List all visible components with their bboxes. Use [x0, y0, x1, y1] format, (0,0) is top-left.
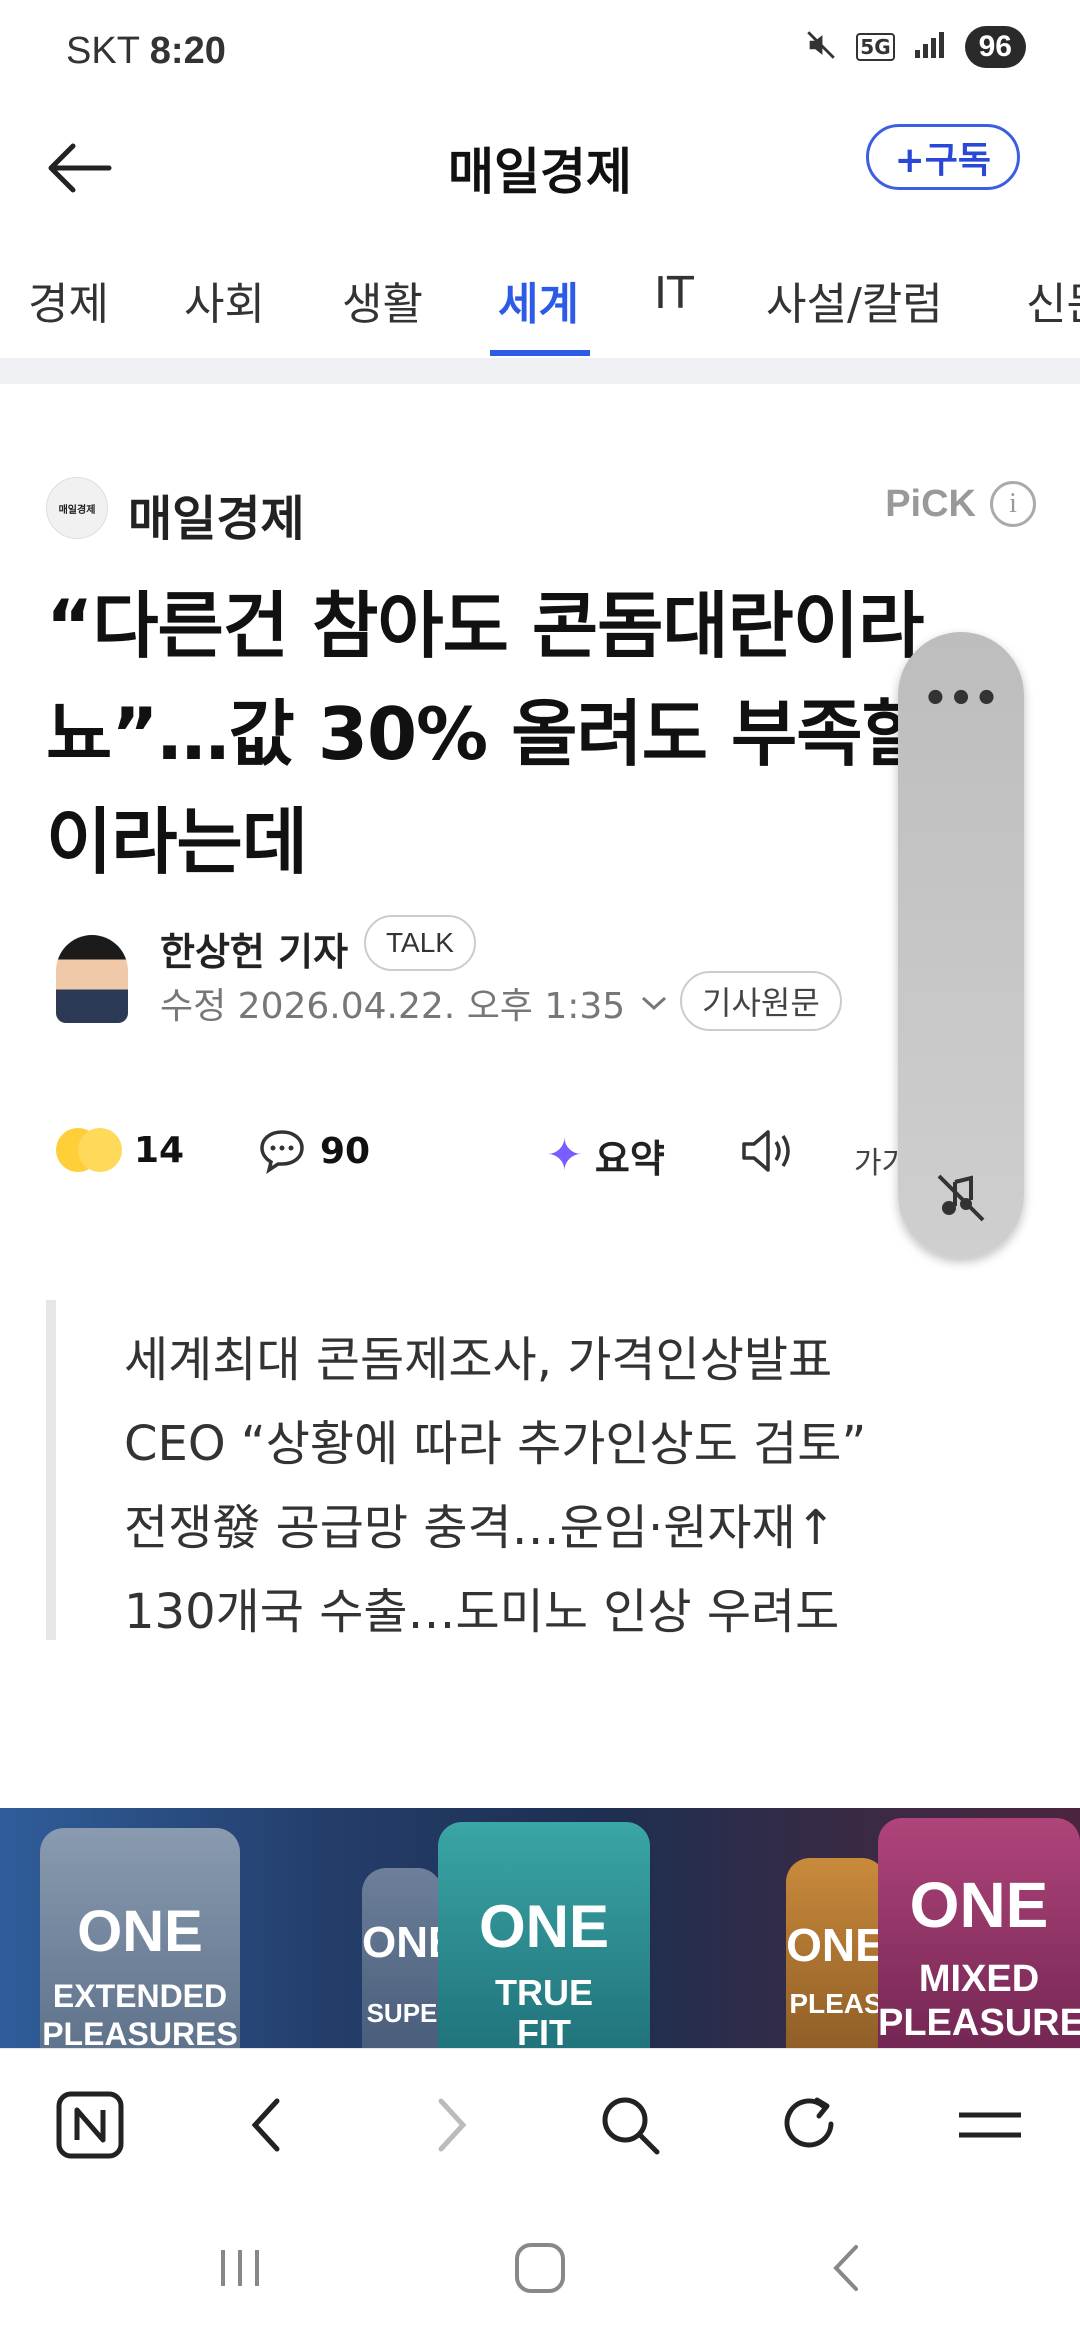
active-tab-indicator	[490, 350, 590, 356]
reaction-button[interactable]: 14	[56, 1128, 184, 1172]
recent-apps-button[interactable]	[200, 2238, 280, 2298]
system-navigation-bar	[0, 2192, 1080, 2340]
search-icon	[602, 2097, 660, 2155]
can-brand-label: ONE	[77, 1899, 203, 1964]
press-row: 매일경제 매일경제 PiCK i	[46, 475, 1036, 547]
original-article-button[interactable]: 기사원문	[680, 971, 842, 1031]
article-hero-image[interactable]: ONE EXTENDED PLEASURES ONE SUPE ONE TRUE…	[0, 1808, 1080, 2048]
clock: 8:20	[149, 30, 226, 72]
carrier-label: SKT	[66, 30, 140, 72]
can-text: EXTENDED	[52, 1978, 228, 2014]
chevron-right-icon	[438, 2098, 467, 2152]
comment-count: 90	[320, 1130, 371, 1172]
summary-button[interactable]: ✦ 요약	[546, 1128, 665, 1183]
product-can: ONE TRUE FIT	[438, 1822, 650, 2048]
battery-indicator: 96	[964, 26, 1026, 68]
can-brand-label: ONE	[478, 1893, 610, 1960]
can-text: MIXED	[918, 1958, 1040, 2000]
reporter-avatar[interactable]	[56, 935, 128, 1023]
browser-toolbar	[0, 2048, 1080, 2193]
article-action-bar: 14 90 ✦ 요약 가가	[46, 1120, 1046, 1190]
pick-badge[interactable]: PiCK i	[885, 481, 1036, 527]
summary-label: 요약	[594, 1137, 665, 1181]
product-can: ONE SUPE	[362, 1868, 458, 2048]
product-can: ONE PLEAS	[786, 1858, 886, 2048]
summary-line: 세계최대 콘돔제조사, 가격인상발표	[124, 1332, 833, 1388]
system-back-button[interactable]	[806, 2238, 886, 2298]
can-text: FIT	[517, 2012, 571, 2048]
read-aloud-button[interactable]	[738, 1126, 798, 1180]
summary-line: CEO “상황에 따라 추가인상도 검토”	[124, 1416, 867, 1472]
home-button[interactable]	[500, 2238, 580, 2298]
reaction-emoji-icons	[56, 1128, 122, 1172]
search-button[interactable]	[590, 2085, 670, 2165]
carrier-time: SKT 8:20	[66, 30, 226, 73]
mute-icon	[804, 28, 838, 66]
menu-button[interactable]	[950, 2085, 1030, 2165]
talk-button[interactable]: TALK	[364, 915, 476, 971]
product-can: ONE MIXED PLEASURE	[878, 1818, 1080, 2048]
comment-button[interactable]: 90	[258, 1128, 370, 1174]
tab-editorial[interactable]: 사설/칼럼	[766, 268, 943, 332]
wow-emoji-icon	[78, 1128, 122, 1172]
can-brand-label: ONE	[362, 1918, 458, 1967]
speaker-icon	[742, 1130, 790, 1172]
info-icon[interactable]: i	[990, 481, 1036, 527]
tab-world[interactable]: 세계	[498, 268, 579, 332]
tab-living[interactable]: 생활	[342, 268, 423, 332]
article-summary: 세계최대 콘돔제조사, 가격인상발표 CEO “상황에 따라 추가인상도 검토”…	[46, 1300, 1006, 1640]
ai-sparkle-icon: ✦	[546, 1130, 583, 1181]
can-text: PLEASURE	[878, 2002, 1080, 2044]
press-logo[interactable]: 매일경제	[46, 477, 108, 539]
floating-media-panel[interactable]: •••	[898, 632, 1024, 1258]
can-brand-label: ONE	[786, 1919, 886, 1971]
can-brand-label: ONE	[909, 1869, 1049, 1941]
can-text: SUPE	[366, 1998, 438, 2028]
press-name[interactable]: 매일경제	[128, 479, 305, 549]
status-icons: 5G 96	[804, 26, 1026, 68]
pick-label: PiCK	[885, 482, 976, 525]
modified-date: 수정 2026.04.22. 오후 1:35	[160, 986, 626, 1027]
product-can: ONE EXTENDED PLEASURES	[40, 1828, 240, 2048]
subscribe-button[interactable]: +구독	[865, 124, 1020, 190]
hamburger-menu-icon	[959, 2112, 1021, 2138]
tab-society[interactable]: 사회	[184, 268, 265, 332]
summary-line: 130개국 수출…도미노 인상 우려도	[124, 1584, 840, 1640]
tab-it[interactable]: IT	[654, 268, 694, 319]
tab-newspaper[interactable]: 신문	[1026, 268, 1080, 332]
reporter-row: 한상헌 기자 TALK 수정 2026.04.22. 오후 1:35 기사원문	[46, 915, 946, 1035]
naver-n-icon	[56, 2091, 124, 2159]
category-tabs: 경제 사회 생활 세계 IT 사설/칼럼 신문	[0, 250, 1080, 360]
section-divider	[0, 358, 1080, 384]
date-line[interactable]: 수정 2026.04.22. 오후 1:35	[160, 977, 669, 1029]
refresh-icon	[784, 2097, 834, 2148]
can-text: TRUE	[495, 1972, 593, 2013]
comment-icon	[260, 1130, 304, 1174]
chevron-left-icon	[251, 2098, 280, 2152]
chevron-down-icon	[642, 996, 667, 1011]
reaction-count: 14	[134, 1129, 185, 1171]
network-badge: 5G	[856, 33, 895, 61]
refresh-button[interactable]	[770, 2085, 850, 2165]
naver-home-button[interactable]	[50, 2085, 130, 2165]
reporter-name[interactable]: 한상헌 기자	[160, 921, 348, 976]
article-headline: “다른건 참아도 콘돔대란이라뇨”…값 30% 올려도 부족할 판이라는데	[46, 584, 1017, 884]
signal-icon	[913, 30, 947, 64]
browser-back-button[interactable]	[228, 2085, 308, 2165]
home-icon	[515, 2243, 565, 2293]
tab-economy[interactable]: 경제	[28, 268, 109, 332]
more-options-icon[interactable]: •••	[898, 676, 1024, 722]
status-bar: SKT 8:20 5G 96	[0, 0, 1080, 110]
music-off-icon[interactable]	[931, 1168, 991, 1232]
can-text: PLEAS	[789, 1988, 883, 2019]
recent-apps-icon	[221, 2250, 259, 2286]
app-header: 매일경제 +구독	[0, 110, 1080, 210]
can-text: PLEASURES	[42, 2016, 238, 2048]
browser-forward-button[interactable]	[410, 2085, 490, 2165]
back-chevron-icon	[833, 2245, 858, 2291]
summary-line: 전쟁發 공급망 충격…운임·원자재↑	[124, 1500, 836, 1556]
